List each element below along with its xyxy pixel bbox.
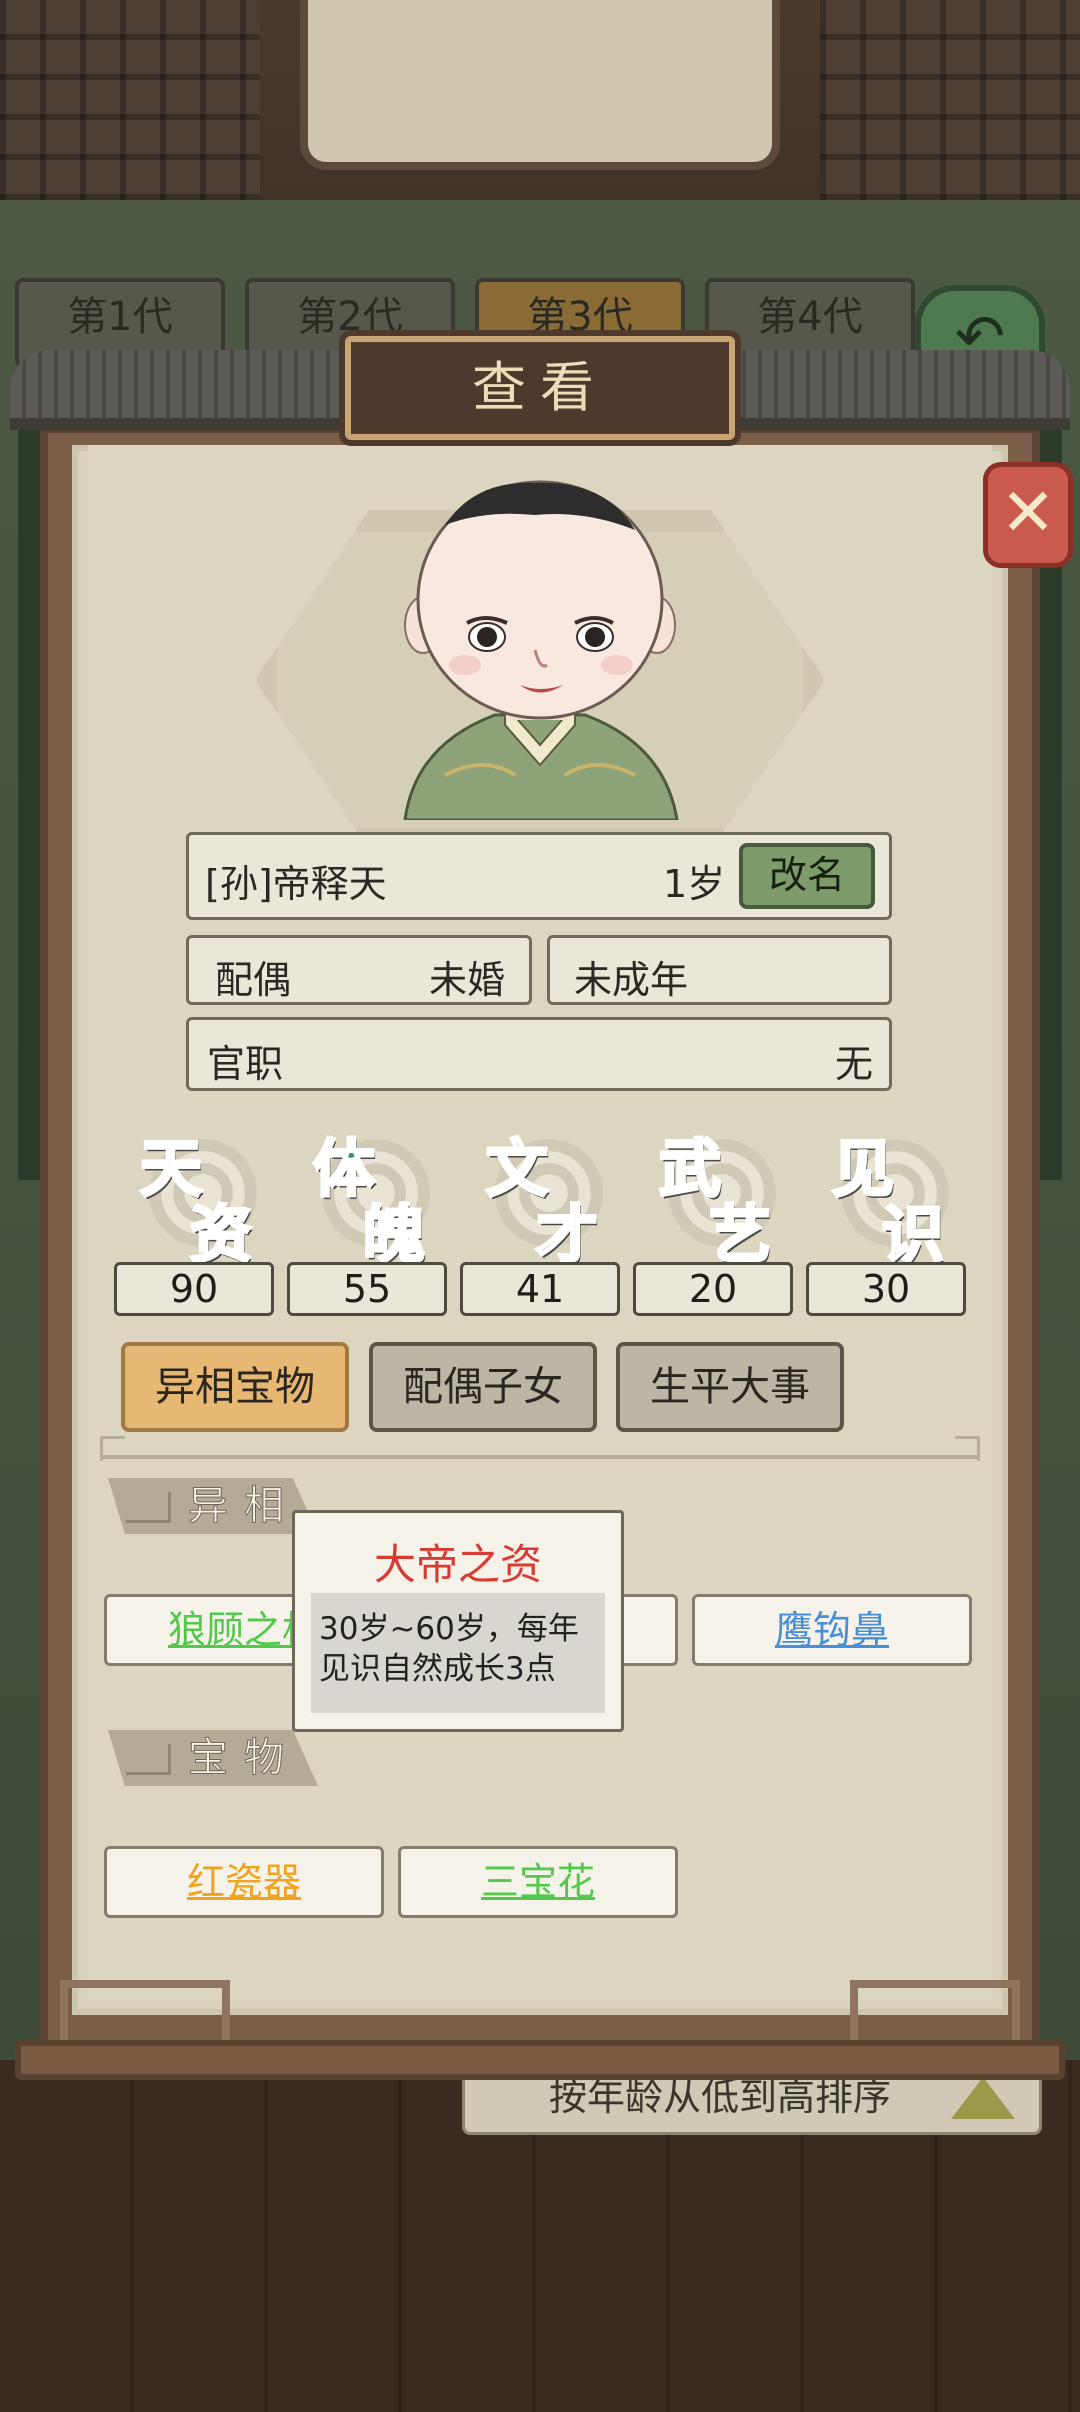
attribute-literary: 文 才 <box>464 1118 624 1273</box>
treasure-chip-2[interactable]: 三宝花 <box>398 1846 678 1918</box>
tab-life-events[interactable]: 生平大事 <box>616 1342 844 1432</box>
attribute-value-literary: 41 <box>460 1262 620 1316</box>
sort-triangle-icon <box>951 2077 1015 2119</box>
rename-button[interactable]: 改名 <box>739 843 875 909</box>
tooltip-title: 大帝之资 <box>373 1540 542 1589</box>
attribute-insight: 见 识 <box>810 1118 970 1273</box>
treasures-section-title: 宝物 <box>188 1735 300 1782</box>
attribute-martial: 武 艺 <box>637 1118 797 1273</box>
office-row: 官职 无 <box>186 1017 892 1091</box>
tab-traits-treasures[interactable]: 异相宝物 <box>121 1342 349 1432</box>
orchid-painting <box>300 0 780 170</box>
attribute-physique: 体 魄 <box>291 1118 451 1273</box>
status-row: 未成年 <box>547 935 892 1005</box>
attribute-value-insight: 30 <box>806 1262 966 1316</box>
traits-section-title: 异相 <box>188 1483 300 1530</box>
tooltip-body: 30岁~60岁，每年见识自然成长3点 <box>311 1593 605 1713</box>
sort-label: 按年龄从低到高排序 <box>549 2075 892 2119</box>
attribute-char-2: 魄 <box>361 1197 426 1273</box>
frame-base <box>15 2040 1065 2080</box>
section-divider <box>100 1455 980 1459</box>
treasures-section-header: 宝物 <box>108 1730 318 1786</box>
dialog-title: 查看 <box>345 336 735 440</box>
attribute-value-martial: 20 <box>633 1262 793 1316</box>
name-row: [孙]帝释天 1岁 改名 <box>186 832 892 920</box>
attribute-char-2: 才 <box>534 1197 599 1273</box>
header-ornament-icon <box>126 1492 171 1523</box>
treasure-chip-1[interactable]: 红瓷器 <box>104 1846 384 1918</box>
age-status: 未成年 <box>574 958 689 1002</box>
background-side-panel-left <box>18 420 40 1180</box>
attribute-value-talent: 90 <box>114 1262 274 1316</box>
frame-rail-right <box>850 1980 1020 2040</box>
character-age: 1岁 <box>663 862 726 906</box>
spouse-row: 配偶 未婚 <box>186 935 532 1005</box>
spouse-label: 配偶 <box>215 958 292 1002</box>
attribute-talent: 天 资 <box>118 1118 278 1273</box>
spouse-value: 未婚 <box>428 958 505 1002</box>
trait-tooltip: 大帝之资 30岁~60岁，每年见识自然成长3点 <box>292 1510 624 1732</box>
close-icon: ✕ <box>1000 474 1056 551</box>
attribute-value-physique: 55 <box>287 1262 447 1316</box>
traits-section-header: 异相 <box>108 1478 318 1534</box>
close-button[interactable]: ✕ <box>983 462 1073 568</box>
frame-rail-left <box>60 1980 230 2040</box>
character-portrait <box>403 480 679 820</box>
office-value: 无 <box>834 1042 873 1086</box>
lattice-window-right <box>820 0 1080 200</box>
attribute-char-2: 艺 <box>707 1197 772 1273</box>
office-label: 官职 <box>207 1042 284 1086</box>
header-ornament-icon <box>126 1744 171 1775</box>
character-name: [孙]帝释天 <box>205 862 387 906</box>
attribute-char-2: 识 <box>880 1197 945 1273</box>
lattice-window-left <box>0 0 260 200</box>
tab-spouse-children[interactable]: 配偶子女 <box>369 1342 597 1432</box>
attribute-char-2: 资 <box>188 1197 253 1273</box>
trait-chip-3[interactable]: 鹰钩鼻 <box>692 1594 972 1666</box>
